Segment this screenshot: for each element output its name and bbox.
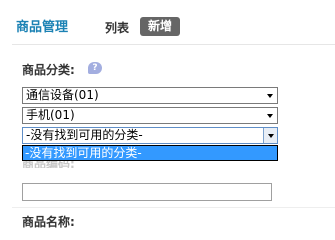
help-icon[interactable]: ? — [88, 62, 102, 74]
category-level2-value: 手机(01) — [26, 108, 75, 122]
category-level2-select[interactable]: 手机(01) — [22, 107, 278, 124]
page-title: 商品管理 — [16, 20, 69, 35]
chevron-down-icon — [267, 94, 273, 98]
category-level3-value: -没有找到可用的分类- — [26, 128, 143, 142]
chevron-down-icon — [267, 114, 273, 118]
dropdown-toggle[interactable] — [263, 128, 277, 143]
category-level3-select[interactable]: -没有找到可用的分类- — [22, 127, 278, 144]
header-divider — [12, 44, 335, 45]
name-label: 商品名称: — [22, 215, 75, 229]
tab-new[interactable]: 新增 — [140, 17, 180, 36]
category-level1-value: 通信设备(01) — [26, 88, 99, 102]
help-icon-glyph: ? — [92, 63, 98, 73]
category-level3-dropdown: -没有找到可用的分类- — [22, 145, 278, 161]
row-divider — [12, 207, 335, 208]
tab-list[interactable]: 列表 — [105, 19, 129, 36]
category-label: 商品分类: — [22, 63, 75, 77]
dropdown-option[interactable]: -没有找到可用的分类- — [23, 146, 277, 160]
chevron-down-icon — [268, 134, 274, 138]
category-level1-select[interactable]: 通信设备(01) — [22, 87, 278, 104]
product-code-input[interactable] — [22, 183, 272, 201]
